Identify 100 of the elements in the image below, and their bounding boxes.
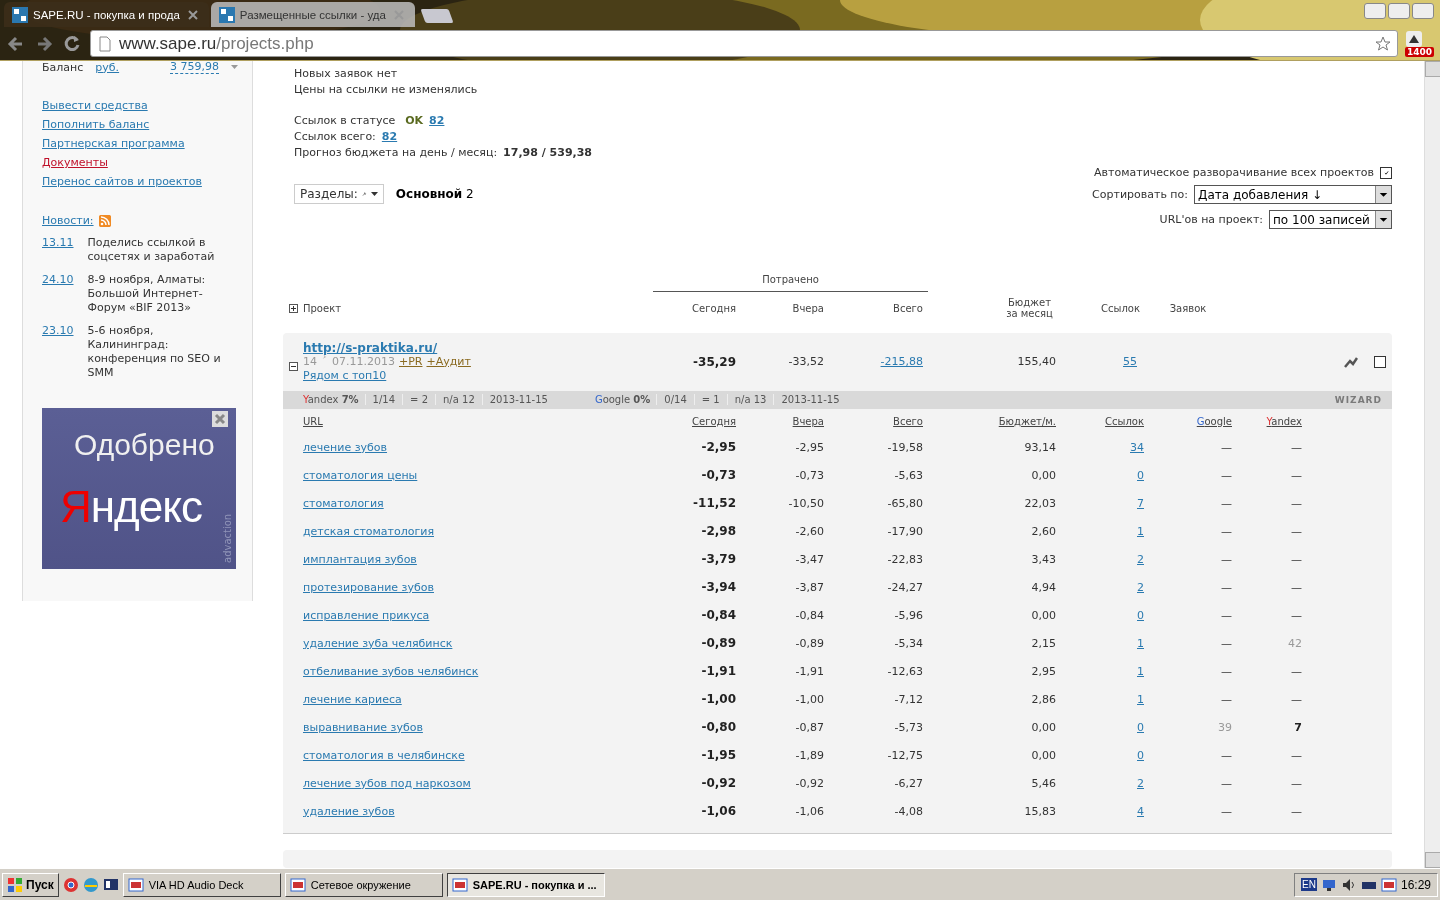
column-header: Сегодня xyxy=(691,302,736,314)
column-sort-link[interactable]: Сегодня xyxy=(692,415,736,427)
keyword-link[interactable]: удаление зубов xyxy=(303,804,395,818)
column-sort-link[interactable]: URL xyxy=(303,415,323,427)
keyword-link[interactable]: лечение кариеса xyxy=(303,692,402,706)
taskbar-button[interactable]: SAPE.RU - покупка и ... xyxy=(446,872,605,897)
address-bar[interactable]: www.sape.ru/projects.php xyxy=(90,30,1398,57)
chart-icon[interactable] xyxy=(1344,355,1358,368)
keyword-link[interactable]: стоматология цены xyxy=(303,468,418,482)
position-link[interactable]: Рядом с топ10 xyxy=(303,368,387,383)
keyword-link[interactable]: лечение зубов xyxy=(303,440,388,454)
links-count-link[interactable]: 1 xyxy=(1137,636,1144,650)
expand-all-icon[interactable] xyxy=(288,303,298,313)
links-count-link[interactable]: 55 xyxy=(1123,355,1137,369)
links-count-link[interactable]: 1 xyxy=(1137,664,1144,678)
yandex-position: — xyxy=(1291,496,1302,510)
keyword-link[interactable]: имплантация зубов xyxy=(303,552,417,566)
wizard-link[interactable]: WIZARD xyxy=(1334,394,1382,405)
app-icon xyxy=(127,876,144,893)
start-button[interactable]: Пуск xyxy=(2,872,59,897)
keyword-link[interactable]: стоматология xyxy=(303,496,384,510)
desktop-icon[interactable] xyxy=(102,876,119,893)
yesterday-value: -33,52 xyxy=(787,355,824,369)
column-sort-link[interactable]: Всего xyxy=(893,415,923,427)
links-count-link[interactable]: 2 xyxy=(1137,580,1144,594)
budget-value: 0,00 xyxy=(1030,608,1056,622)
sidebar-link[interactable]: Документы xyxy=(42,156,108,169)
project-tag-link[interactable]: +Аудит xyxy=(426,354,471,369)
yandex-position: — xyxy=(1291,804,1302,818)
keyword-link[interactable]: протезирование зубов xyxy=(303,580,434,594)
sidebar-link[interactable]: Партнерская программа xyxy=(42,137,185,150)
total-value: -5,73 xyxy=(893,720,923,734)
taskbar-button[interactable]: VIA HD Audio Deck xyxy=(122,872,281,897)
close-button[interactable] xyxy=(1412,3,1434,19)
news-date[interactable]: 24.10 xyxy=(42,273,74,315)
close-icon[interactable] xyxy=(212,411,228,427)
caret-icon[interactable] xyxy=(231,65,238,69)
star-icon[interactable] xyxy=(1375,35,1391,52)
links-count-link[interactable]: 1 xyxy=(1137,692,1144,706)
news-link[interactable]: Новости: xyxy=(42,214,94,227)
column-sort-link[interactable]: Google xyxy=(1196,415,1232,427)
column-sort-link[interactable]: Бюджет/м. xyxy=(998,415,1056,427)
total-count-link[interactable]: 82 xyxy=(381,130,398,143)
sidebar-link[interactable]: Перенос сайтов и проектов xyxy=(42,175,202,188)
keyword-link[interactable]: удаление зуба челябинск xyxy=(303,636,453,650)
keyword-link[interactable]: выравнивание зубов xyxy=(303,720,423,734)
keyword-link[interactable]: лечение зубов под наркозом xyxy=(303,776,471,790)
budget-value: 0,00 xyxy=(1030,748,1056,762)
currency-link[interactable]: руб. xyxy=(95,60,120,74)
per-project-select[interactable]: по 100 записей xyxy=(1269,210,1392,229)
news-date[interactable]: 13.11 xyxy=(42,236,74,264)
yandex-position: — xyxy=(1291,608,1302,622)
keyword-link[interactable]: исправление прикуса xyxy=(303,608,430,622)
sections-button[interactable]: Разделы: xyxy=(294,184,384,204)
project-link[interactable]: http://s-praktika.ru/ xyxy=(303,340,438,355)
links-count-link[interactable]: 2 xyxy=(1137,552,1144,566)
links-count-link[interactable]: 7 xyxy=(1137,496,1144,510)
links-count-link[interactable]: 0 xyxy=(1137,720,1144,734)
balance-amount[interactable]: 3 759,98 xyxy=(170,60,219,74)
sort-select[interactable]: Дата добавления ↓ xyxy=(1194,185,1392,204)
keyword-link[interactable]: детская стоматология xyxy=(303,524,434,538)
project-tag-link[interactable]: +PR xyxy=(399,354,423,369)
links-count-link[interactable]: 34 xyxy=(1130,440,1144,454)
links-count-link[interactable]: 4 xyxy=(1137,804,1144,818)
links-count-link[interactable]: 2 xyxy=(1137,776,1144,790)
news-date[interactable]: 23.10 xyxy=(42,324,74,380)
browser-tab[interactable]: Размещенные ссылки - уда xyxy=(210,2,415,27)
browser-tab[interactable]: SAPE.RU - покупка и прода xyxy=(4,2,209,27)
yandex-position: — xyxy=(1291,468,1302,482)
status-count-link[interactable]: 82 xyxy=(429,114,445,127)
links-count-link[interactable]: 1 xyxy=(1137,524,1144,538)
total-label: Ссылок всего: xyxy=(294,130,376,143)
keyword-link[interactable]: стоматология в челябинске xyxy=(303,748,465,762)
yesterday-value: -0,87 xyxy=(794,720,824,734)
ad-banner[interactable]: Одобрено Яндекс advaction xyxy=(42,408,236,569)
column-sort-link[interactable]: Yandex xyxy=(1266,415,1302,427)
links-count-link[interactable]: 0 xyxy=(1137,468,1144,482)
sidebar-link[interactable]: Пополнить баланс xyxy=(42,118,150,131)
sidebar-link[interactable]: Вывести средства xyxy=(42,99,148,112)
budget-value: 5,46 xyxy=(1030,776,1056,790)
app-icon[interactable] xyxy=(1380,876,1397,893)
keyword-link[interactable]: отбеливание зубов челябинск xyxy=(303,664,479,678)
language-indicator[interactable]: EN xyxy=(1301,878,1317,891)
column-sort-link[interactable]: Вчера xyxy=(792,415,824,427)
reload-icon[interactable] xyxy=(62,33,82,54)
project-checkbox[interactable] xyxy=(1374,355,1386,368)
links-count-link[interactable]: 0 xyxy=(1137,608,1144,622)
auto-expand-checkbox[interactable] xyxy=(1380,166,1392,179)
total-link[interactable]: -215,88 xyxy=(824,355,923,369)
column-sort-link[interactable]: Ссылок xyxy=(1105,415,1144,427)
budget-value: 2,95 xyxy=(1030,664,1056,678)
caret-icon xyxy=(370,192,378,196)
yesterday-value: -1,00 xyxy=(794,692,824,706)
links-count-link[interactable]: 0 xyxy=(1137,748,1144,762)
taskbar-button[interactable]: Сетевое окружение xyxy=(284,872,443,897)
restore-button[interactable] xyxy=(1388,3,1410,19)
collapse-icon[interactable] xyxy=(288,362,298,372)
browser-icon[interactable] xyxy=(62,876,79,893)
today-value: -0,92 xyxy=(700,776,736,791)
minimize-button[interactable] xyxy=(1364,3,1386,19)
